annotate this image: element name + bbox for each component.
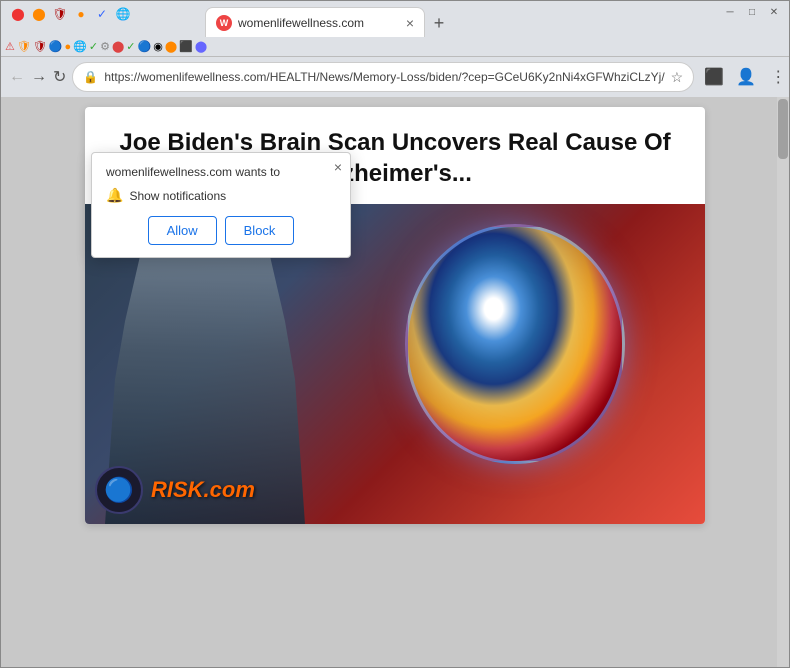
maximize-button[interactable]: □ — [745, 5, 759, 19]
toolbar-right: ⬛ 👤 ⋮ — [700, 63, 790, 91]
popup-header-text: womenlifewellness.com wants to — [106, 165, 336, 179]
ext-icon-1[interactable]: ⬤ — [9, 5, 27, 23]
ext-bar-icon-3[interactable]: 🛡 — [33, 40, 47, 53]
ext-bar-icon-4[interactable]: 🔵 — [49, 40, 63, 53]
notification-popup: × womenlifewellness.com wants to 🔔 Show … — [91, 152, 351, 258]
notification-description: Show notifications — [129, 189, 226, 203]
ext-bar-icon-6[interactable]: 🌐 — [73, 40, 87, 53]
ext-bar-icon-7[interactable]: ✓ — [89, 40, 98, 53]
url-text: https://womenlifewellness.com/HEALTH/New… — [104, 70, 664, 84]
watermark-icon: 🔵 — [95, 466, 143, 514]
back-button[interactable]: ← — [9, 63, 25, 91]
active-tab[interactable]: W womenlifewellness.com × — [205, 7, 425, 37]
watermark-text: RISK.com — [151, 477, 255, 503]
scrollbar-thumb[interactable] — [778, 99, 788, 159]
ext-bar-icon-11[interactable]: 🔵 — [138, 40, 152, 53]
ext-bar-icon-9[interactable]: ⬤ — [112, 40, 124, 53]
brain-scan-image — [405, 224, 645, 484]
scrollbar[interactable] — [777, 97, 789, 667]
ext-bar-icon-2[interactable]: 🛡 — [17, 40, 31, 53]
ext-icon-4[interactable]: ● — [72, 5, 90, 23]
ext-icon-2[interactable]: ⬤ — [30, 5, 48, 23]
ext-bar-icon-15[interactable]: ⬤ — [195, 40, 207, 53]
forward-button[interactable]: → — [31, 63, 47, 91]
menu-button[interactable]: ⋮ — [764, 63, 790, 91]
extensions-button[interactable]: ⬛ — [700, 63, 728, 91]
ext-bar-icon-14[interactable]: ⬛ — [179, 40, 193, 53]
popup-action-buttons: Allow Block — [106, 216, 336, 245]
tab-title: womenlifewellness.com — [238, 16, 364, 30]
ext-icon-5[interactable]: ✓ — [93, 5, 111, 23]
refresh-button[interactable]: ↻ — [53, 63, 66, 91]
bookmark-icon[interactable]: ☆ — [671, 69, 684, 86]
window-controls: ─ □ ✕ — [723, 5, 781, 19]
ext-bar-icon-13[interactable]: ⬤ — [165, 40, 177, 53]
ext-icon-3[interactable]: 🛡 — [51, 5, 69, 23]
ext-bar-icon-8[interactable]: ⚙ — [100, 40, 110, 53]
ext-bar-icon-10[interactable]: ✓ — [126, 40, 135, 53]
tab-bar: ⬤ ⬤ 🛡 ● ✓ 🌐 W womenlifewellness.com × + … — [1, 1, 789, 37]
block-button[interactable]: Block — [225, 216, 295, 245]
browser-window: ⬤ ⬤ 🛡 ● ✓ 🌐 W womenlifewellness.com × + … — [0, 0, 790, 668]
minimize-button[interactable]: ─ — [723, 5, 737, 19]
tab-favicon: W — [216, 15, 232, 31]
ext-bar-icon-1[interactable]: ⚠ — [5, 40, 15, 53]
address-bar[interactable]: 🔒 https://womenlifewellness.com/HEALTH/N… — [72, 62, 694, 92]
security-icon: 🔒 — [83, 70, 98, 84]
allow-button[interactable]: Allow — [148, 216, 217, 245]
ext-bar-icon-5[interactable]: ● — [65, 41, 72, 53]
new-tab-button[interactable]: + — [425, 9, 453, 37]
ext-icon-6[interactable]: 🌐 — [114, 5, 132, 23]
nav-bar: ← → ↻ 🔒 https://womenlifewellness.com/HE… — [1, 57, 789, 97]
close-button[interactable]: ✕ — [767, 5, 781, 19]
notification-row: 🔔 Show notifications — [106, 187, 336, 204]
profile-button[interactable]: 👤 — [732, 63, 760, 91]
ext-bar-icon-12[interactable]: ◉ — [153, 40, 163, 53]
watermark: 🔵 RISK.com — [95, 466, 255, 514]
tab-close-button[interactable]: × — [406, 15, 414, 31]
page-content: Joe Biden's Brain Scan Uncovers Real Cau… — [1, 97, 789, 667]
bell-icon: 🔔 — [106, 187, 123, 204]
popup-close-button[interactable]: × — [334, 159, 342, 175]
